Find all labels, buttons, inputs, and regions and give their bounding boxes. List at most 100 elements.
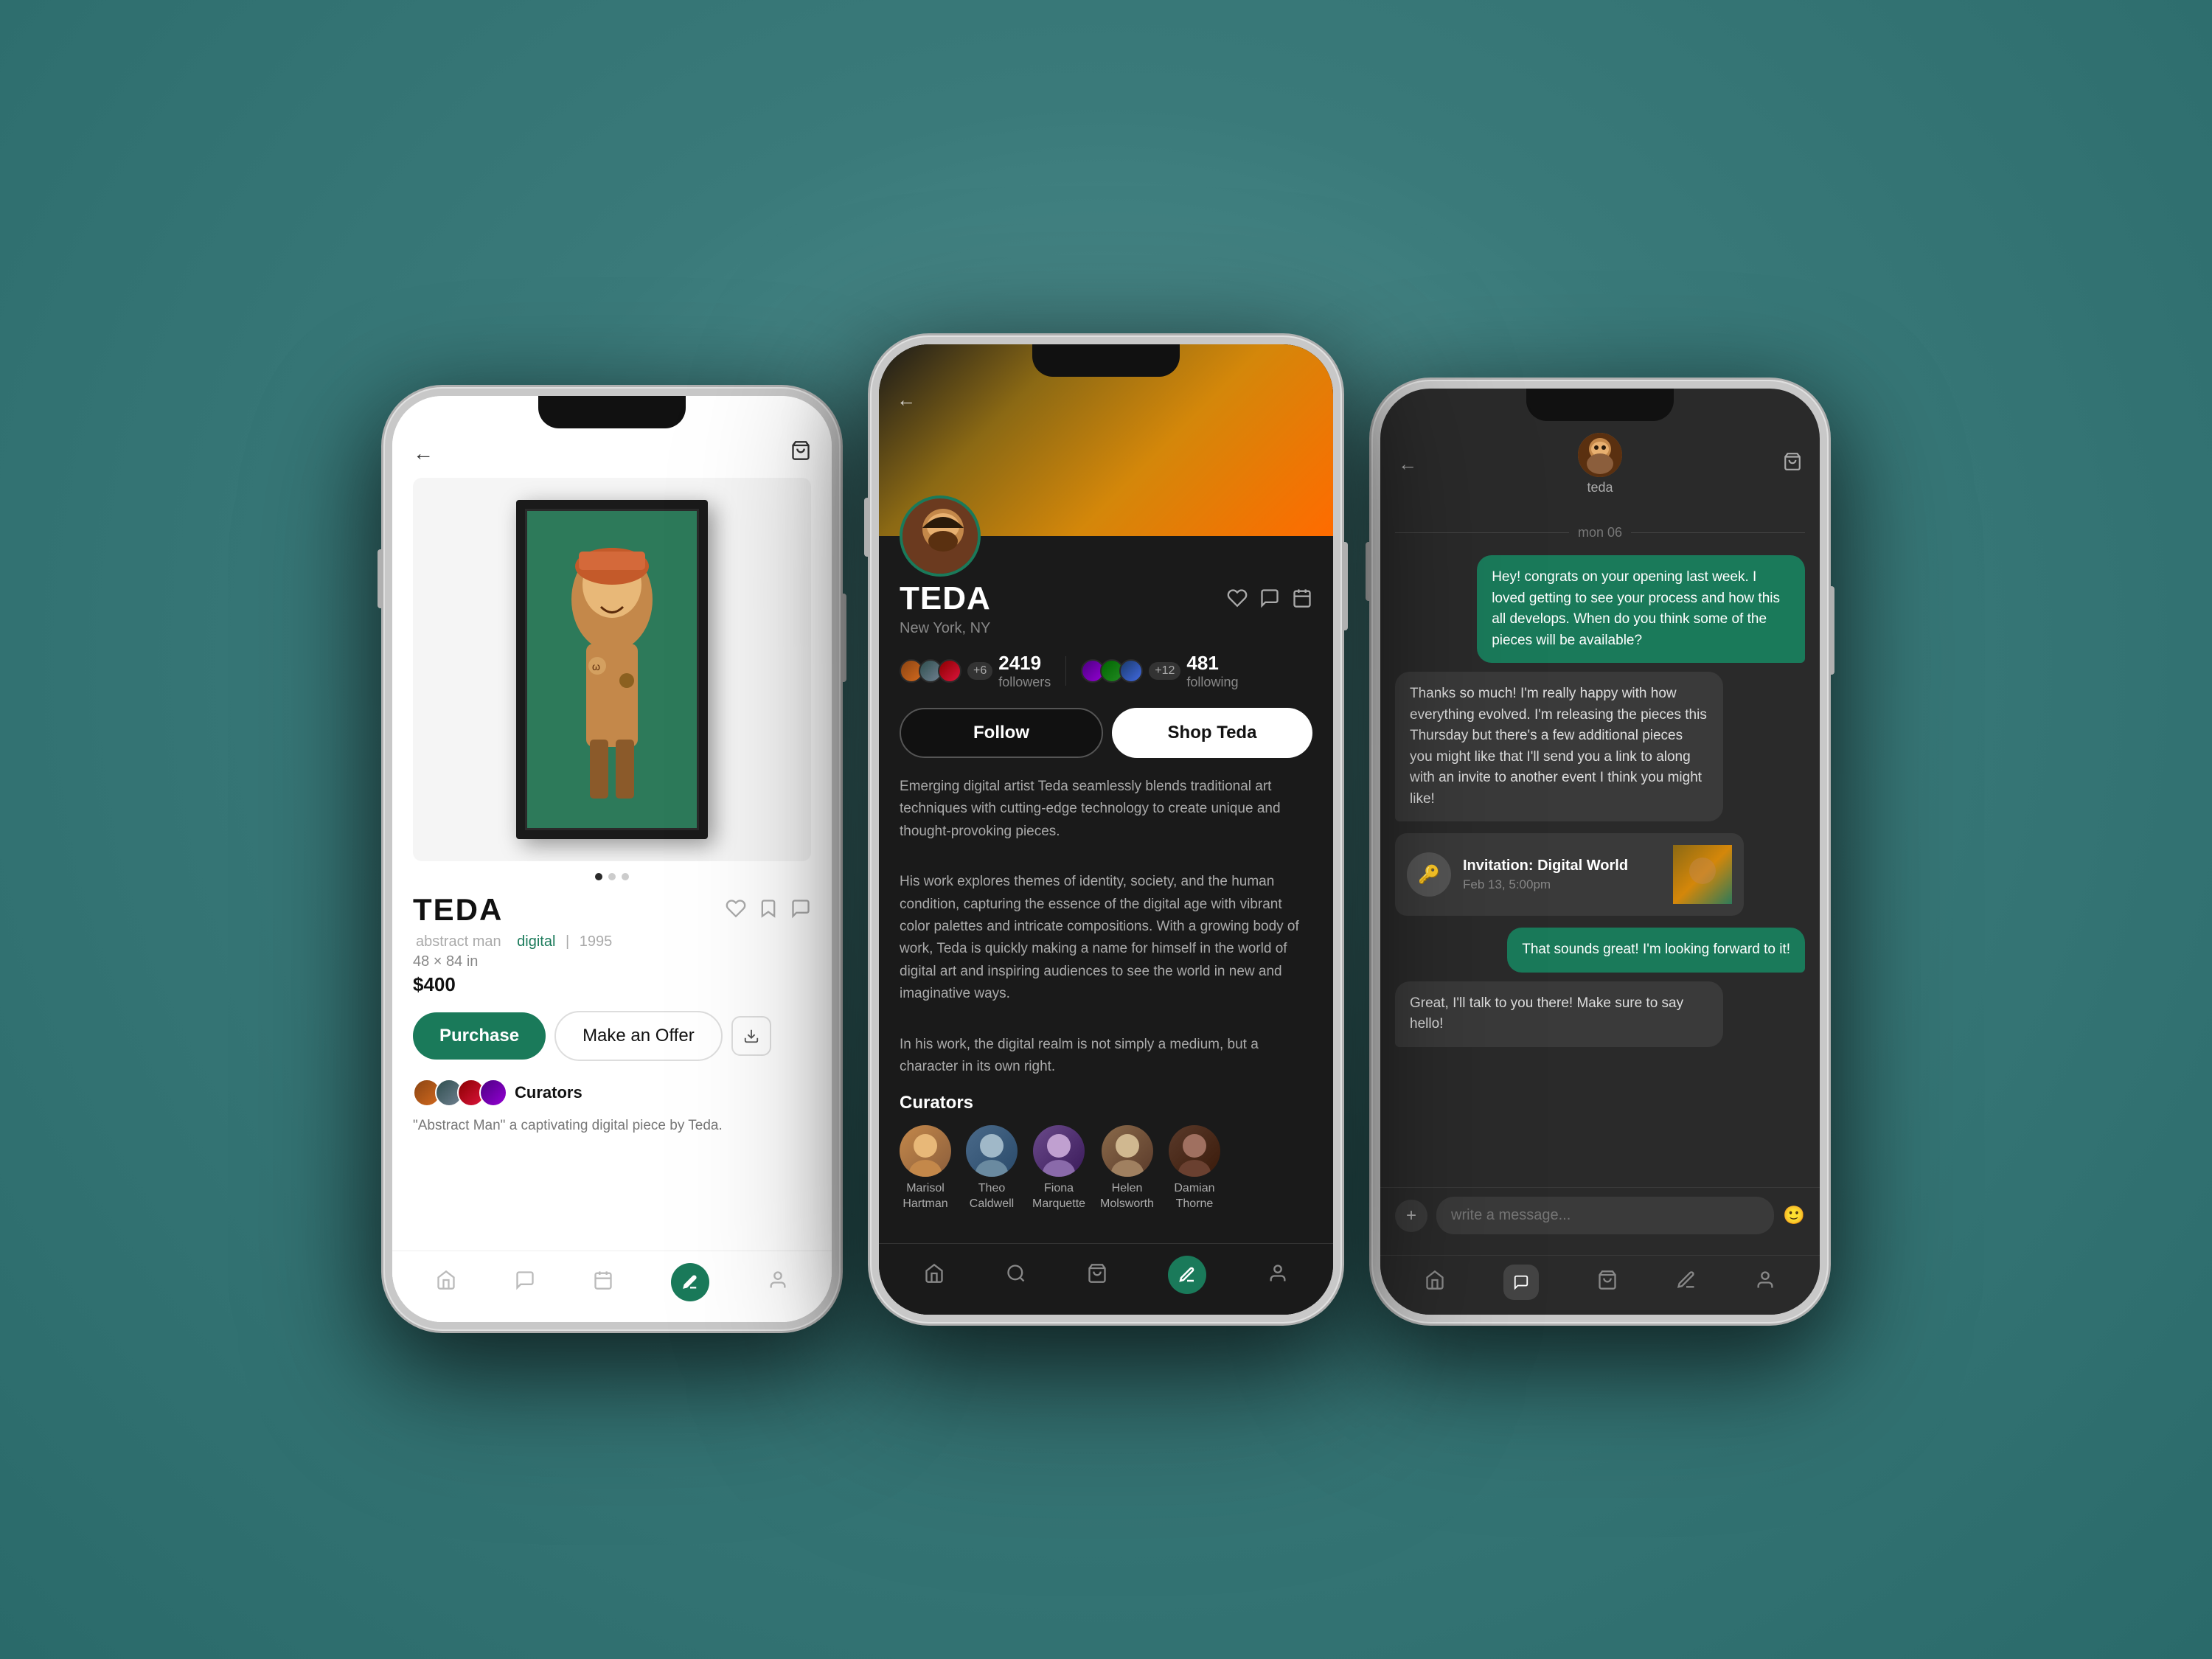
message-input[interactable]: [1436, 1197, 1774, 1234]
bag-icon[interactable]: [790, 440, 811, 466]
curator-avatar-4: [479, 1079, 507, 1107]
message-icon-p2[interactable]: [1259, 588, 1280, 612]
p2-nav-create-active[interactable]: [1168, 1256, 1206, 1294]
p2-nav-search[interactable]: [1006, 1263, 1026, 1287]
profile-action-icons: [1227, 588, 1312, 612]
download-button[interactable]: [731, 1016, 771, 1056]
date-divider: mon 06: [1395, 525, 1805, 540]
shop-button[interactable]: Shop Teda: [1112, 708, 1312, 758]
stats-divider: [1065, 656, 1066, 686]
nav-create-active[interactable]: [671, 1263, 709, 1301]
followers-count: 2419: [998, 652, 1051, 675]
offer-button[interactable]: Make an Offer: [554, 1011, 723, 1061]
artwork-frame: ω: [516, 500, 708, 839]
curator-name-1: MarisolHartman: [902, 1181, 947, 1212]
followers-label: followers: [998, 675, 1051, 690]
artwork-image: ω: [527, 511, 697, 828]
nav-profile[interactable]: [768, 1270, 788, 1295]
bio-paragraph-3: In his work, the digital realm is not si…: [900, 1034, 1312, 1079]
following-label: following: [1186, 675, 1238, 690]
artwork-display: ω: [413, 478, 811, 861]
back-icon[interactable]: ←: [413, 442, 434, 465]
card-thumb-svg: [1673, 845, 1732, 904]
curator-name-5: DamianThorne: [1174, 1181, 1214, 1212]
nav-home[interactable]: [436, 1270, 456, 1295]
phone2-navbar: [879, 1243, 1333, 1315]
curators-label: Curators: [515, 1083, 582, 1102]
curator-name-3: FionaMarquette: [1032, 1181, 1085, 1212]
phone2-screen: ←: [879, 344, 1333, 1315]
purchase-button[interactable]: Purchase: [413, 1012, 546, 1060]
dot-3[interactable]: [622, 873, 629, 880]
emoji-button[interactable]: 🙂: [1783, 1205, 1805, 1226]
dot-2[interactable]: [608, 873, 616, 880]
following-count: 481: [1186, 652, 1238, 675]
p3-nav-profile[interactable]: [1755, 1270, 1775, 1295]
p3-nav-home[interactable]: [1425, 1270, 1445, 1295]
phone2-body: TEDA: [879, 580, 1333, 1243]
bio-paragraph-2: His work explores themes of identity, so…: [900, 871, 1312, 1005]
name-row: TEDA: [900, 580, 1312, 617]
followers-count-group: 2419 followers: [998, 652, 1051, 690]
heart-icon-p2[interactable]: [1227, 588, 1248, 612]
p3-user-avatar[interactable]: [1578, 433, 1622, 477]
msg-card[interactable]: 🔑 Invitation: Digital World Feb 13, 5:00…: [1395, 833, 1744, 916]
artwork-meta: abstract man digital | 1995: [413, 933, 811, 950]
heart-icon[interactable]: [726, 898, 746, 922]
phone3-screen: ← teda: [1380, 389, 1820, 1315]
artist-name: TEDA: [900, 580, 991, 617]
action-icons: [726, 898, 811, 922]
artist-avatar: [900, 495, 981, 577]
p3-nav-shop[interactable]: [1597, 1270, 1618, 1295]
artist-avatar-img: [902, 498, 978, 574]
following-extra: +12: [1149, 662, 1180, 680]
svg-text:ω: ω: [592, 661, 600, 672]
curators-row: Curators: [413, 1079, 811, 1107]
notch-phone3: [1526, 389, 1674, 421]
phone-1: ←: [383, 387, 841, 1331]
msg-received-1: Thanks so much! I'm really happy with ho…: [1395, 672, 1723, 821]
curator-item-2[interactable]: TheoCaldwell: [966, 1125, 1018, 1212]
curators-section-title: Curators: [900, 1093, 1312, 1113]
p3-nav-chat-active[interactable]: [1503, 1265, 1539, 1300]
p3-nav-create[interactable]: [1676, 1270, 1697, 1295]
p3-bag-icon[interactable]: [1783, 452, 1802, 476]
phone1-navbar: [392, 1251, 832, 1322]
phone-3: ← teda: [1371, 380, 1829, 1324]
nav-chat[interactable]: [515, 1270, 535, 1295]
curator-item-1[interactable]: MarisolHartman: [900, 1125, 951, 1212]
following-count-group: 481 following: [1186, 652, 1238, 690]
artwork-description: "Abstract Man" a captivating digital pie…: [413, 1116, 811, 1137]
add-attachment-button[interactable]: +: [1395, 1200, 1427, 1232]
p3-avatar-svg: [1578, 433, 1622, 477]
p2-nav-shop[interactable]: [1087, 1263, 1107, 1287]
msg-received-2-text: Great, I'll talk to you there! Make sure…: [1410, 995, 1683, 1032]
curator-avatar-damian: [1169, 1125, 1220, 1177]
phone-2: ←: [870, 335, 1342, 1324]
msg-sent-1: Hey! congrats on your opening last week.…: [1477, 555, 1805, 663]
curator-item-4[interactable]: HelenMolsworth: [1100, 1125, 1154, 1212]
nav-calendar[interactable]: [593, 1270, 613, 1295]
msg-sent-2-text: That sounds great! I'm looking forward t…: [1522, 942, 1790, 957]
curator-avatar-marisol: [900, 1125, 951, 1177]
p3-back-icon[interactable]: ←: [1398, 453, 1417, 476]
comment-icon[interactable]: [790, 898, 811, 922]
dot-1[interactable]: [595, 873, 602, 880]
msg-card-title: Invitation: Digital World: [1463, 858, 1661, 874]
title-row: TEDA: [413, 892, 811, 928]
artwork-info: TEDA: [392, 892, 832, 1251]
back-btn[interactable]: ←: [897, 389, 916, 411]
artist-location: New York, NY: [900, 620, 1312, 637]
curator-avatar-theo: [966, 1125, 1018, 1177]
curator-item-3[interactable]: FionaMarquette: [1032, 1125, 1085, 1212]
calendar-icon-p2[interactable]: [1292, 588, 1312, 612]
curator-item-5[interactable]: DamianThorne: [1169, 1125, 1220, 1212]
bookmark-icon[interactable]: [758, 898, 779, 922]
p2-nav-home[interactable]: [924, 1263, 945, 1287]
artwork-price: $400: [413, 973, 811, 996]
p2-nav-profile[interactable]: [1267, 1263, 1288, 1287]
msg-card-thumb: [1673, 845, 1732, 904]
msg-card-info: Invitation: Digital World Feb 13, 5:00pm: [1463, 858, 1661, 892]
stat-avatar-3: [938, 659, 961, 683]
follow-button[interactable]: Follow: [900, 708, 1103, 758]
